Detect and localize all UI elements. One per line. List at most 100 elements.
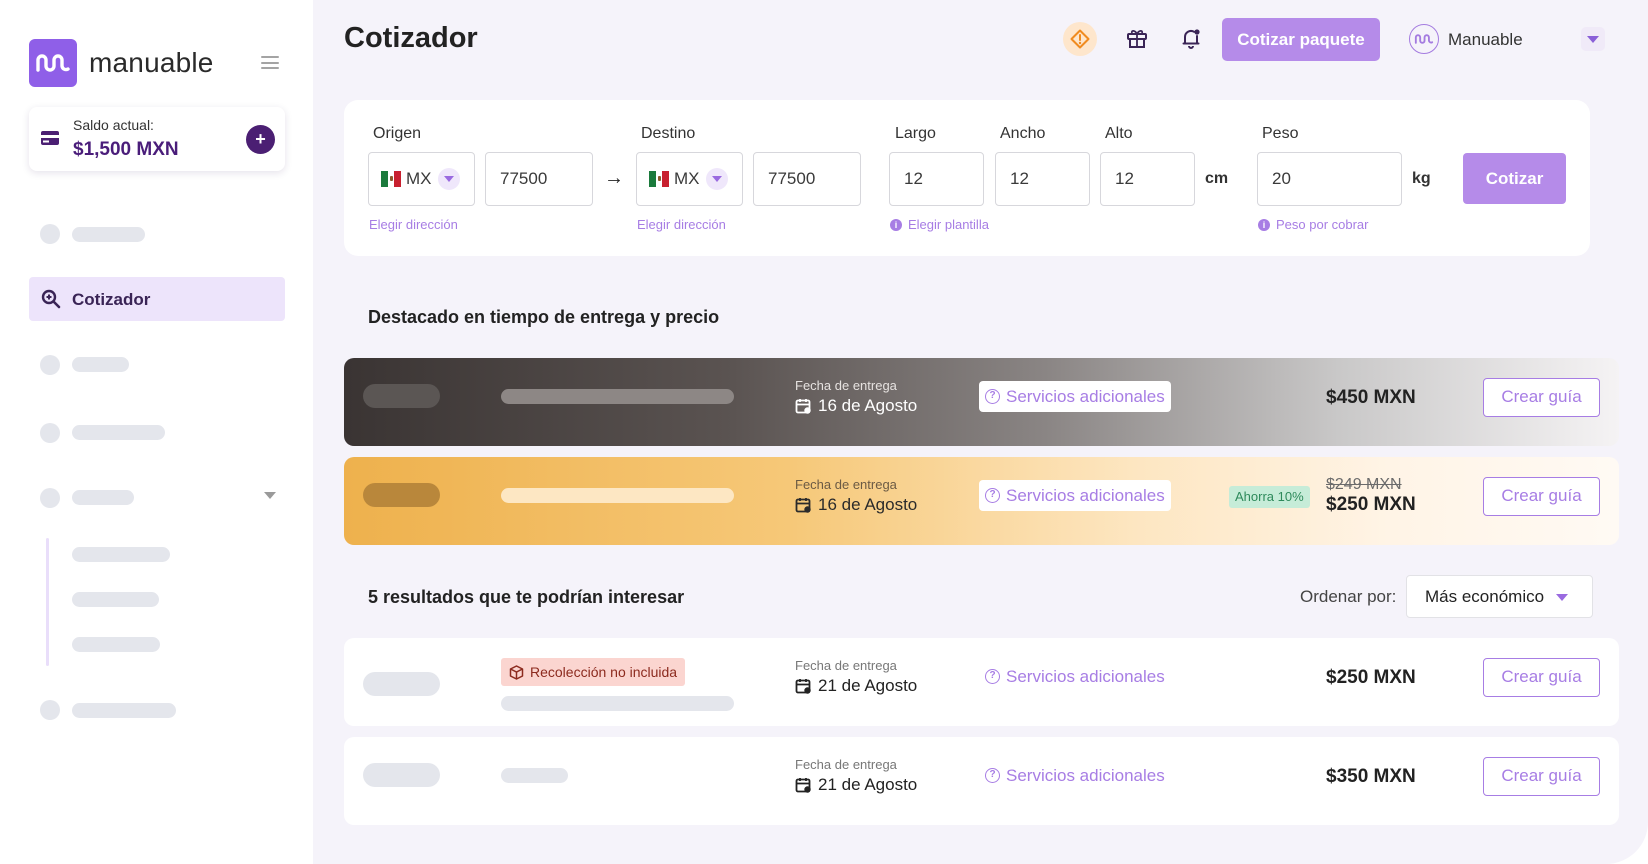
choose-template-link[interactable]: i Elegir plantilla: [890, 217, 989, 232]
submenu-item-placeholder[interactable]: [72, 547, 170, 562]
weight-label: Peso: [1262, 125, 1299, 142]
chevron-down-icon[interactable]: [264, 492, 276, 499]
nav-item-placeholder-icon[interactable]: [40, 355, 60, 375]
featured-section-title: Destacado en tiempo de entrega y precio: [368, 307, 720, 327]
collect-weight-link[interactable]: i Peso por cobrar: [1258, 217, 1369, 232]
delivery-date-value: 21 de Agosto: [818, 676, 918, 695]
menu-toggle-icon[interactable]: [261, 56, 279, 69]
nav-item-placeholder[interactable]: [72, 227, 145, 242]
weight-unit: kg: [1412, 170, 1431, 187]
dimension-unit: cm: [1205, 170, 1229, 187]
sort-select[interactable]: Más económico: [1406, 575, 1593, 618]
origin-label: Origen: [373, 125, 422, 142]
carrier-logo-placeholder: [363, 483, 440, 507]
submenu-item-placeholder[interactable]: [72, 637, 160, 652]
app-root: manuable Saldo actual: $1,500 MXN + Coti…: [0, 0, 1648, 864]
additional-services-button[interactable]: ? Servicios adicionales: [979, 480, 1171, 511]
pickup-not-included-label: Recolección no incluida: [530, 664, 678, 680]
sort-label: Ordenar por:: [1300, 587, 1397, 606]
create-guide-button[interactable]: Crear guía: [1483, 477, 1600, 516]
nav-item-placeholder-icon[interactable]: [40, 224, 60, 244]
credit-card-icon: [41, 131, 59, 145]
sidebar-item-cotizador[interactable]: Cotizador: [29, 277, 285, 321]
width-input[interactable]: 12: [995, 152, 1090, 206]
sidebar-item-label: Cotizador: [72, 290, 151, 309]
nav-item-placeholder[interactable]: [72, 425, 165, 440]
delivery-date-value: 21 de Agosto: [818, 775, 918, 794]
carrier-logo-placeholder: [363, 672, 440, 696]
featured-row-gold: Fecha de entrega 16 de Agosto ? Servicios…: [344, 457, 1619, 545]
nav-item-placeholder[interactable]: [72, 357, 129, 372]
destination-country-select[interactable]: MX: [636, 152, 743, 206]
search-zoom-icon: [41, 289, 61, 309]
length-label: Largo: [895, 125, 936, 142]
nav-item-placeholder[interactable]: [72, 703, 176, 718]
service-name-placeholder: [501, 488, 734, 503]
mexico-flag-icon: [649, 171, 670, 187]
nav-item-placeholder-icon[interactable]: [40, 423, 60, 443]
additional-services-label: Servicios adicionales: [1006, 485, 1165, 505]
delivery-date-value: 16 de Agosto: [818, 495, 918, 514]
height-input[interactable]: 12: [1100, 152, 1195, 206]
notification-bell-icon[interactable]: [1180, 27, 1202, 49]
submenu-item-placeholder[interactable]: [72, 592, 159, 607]
additional-services-label: Servicios adicionales: [1006, 386, 1165, 406]
additional-services-label: Servicios adicionales: [1006, 765, 1165, 785]
delivery-date-label: Fecha de entrega: [795, 757, 897, 772]
nav-item-placeholder-icon[interactable]: [40, 700, 60, 720]
additional-services-button[interactable]: ? Servicios adicionales: [979, 661, 1171, 692]
create-guide-button[interactable]: Crear guía: [1483, 757, 1600, 796]
delivery-date-value: 16 de Agosto: [818, 396, 918, 415]
quote-submit-button[interactable]: Cotizar: [1463, 153, 1566, 204]
info-icon: i: [1258, 218, 1270, 231]
add-balance-button[interactable]: +: [246, 125, 275, 154]
question-circle-icon: ?: [985, 389, 1000, 404]
delivery-date: 16 de Agosto: [795, 396, 917, 416]
length-input[interactable]: 12: [889, 152, 984, 206]
delivery-date: 16 de Agosto: [795, 495, 917, 515]
results-section-title: 5 resultados que te podrían interesar: [368, 587, 685, 607]
delivery-date: 21 de Agosto: [795, 676, 917, 696]
price: $250 MXN: [1326, 667, 1416, 688]
warning-icon[interactable]: [1063, 22, 1097, 56]
origin-zip-input[interactable]: 77500: [485, 152, 593, 206]
chevron-down-icon: [437, 168, 460, 190]
user-menu-chevron-icon[interactable]: [1581, 27, 1605, 51]
additional-services-button[interactable]: ? Servicios adicionales: [979, 760, 1171, 791]
price: $250 MXN: [1326, 494, 1416, 515]
destination-zip-input[interactable]: 77500: [753, 152, 861, 206]
user-name[interactable]: Manuable: [1448, 30, 1523, 50]
weight-input[interactable]: 20: [1257, 152, 1402, 206]
create-guide-button[interactable]: Crear guía: [1483, 658, 1600, 697]
nav-item-placeholder[interactable]: [72, 490, 134, 505]
sidebar: manuable Saldo actual: $1,500 MXN + Coti…: [0, 0, 313, 864]
gift-icon[interactable]: [1126, 27, 1148, 49]
brand-logo[interactable]: manuable: [29, 39, 214, 87]
nav-item-placeholder-icon[interactable]: [40, 488, 60, 508]
user-avatar[interactable]: [1409, 24, 1439, 54]
calendar-icon: [795, 398, 811, 414]
calendar-icon: [795, 678, 811, 694]
balance-card: Saldo actual: $1,500 MXN +: [29, 107, 285, 171]
delivery-date-label: Fecha de entrega: [795, 477, 897, 492]
savings-badge: Ahorra 10%: [1229, 486, 1310, 508]
origin-country-select[interactable]: MX: [368, 152, 475, 206]
origin-choose-address-link[interactable]: Elegir dirección: [369, 217, 458, 232]
info-icon: i: [890, 218, 902, 231]
logo-icon: [29, 39, 77, 87]
calendar-icon: [795, 497, 811, 513]
delivery-date-label: Fecha de entrega: [795, 378, 897, 393]
balance-label: Saldo actual:: [73, 117, 154, 133]
service-name-placeholder: [501, 696, 734, 711]
additional-services-label: Servicios adicionales: [1006, 666, 1165, 686]
destination-label: Destino: [641, 125, 696, 142]
quote-package-button[interactable]: Cotizar paquete: [1222, 18, 1380, 61]
create-guide-button[interactable]: Crear guía: [1483, 378, 1600, 417]
mexico-flag-icon: [381, 171, 402, 187]
balance-value: $1,500 MXN: [73, 139, 179, 160]
origin-country-code: MX: [406, 169, 432, 188]
carrier-logo-placeholder: [363, 384, 440, 408]
destination-choose-address-link[interactable]: Elegir dirección: [637, 217, 726, 232]
additional-services-button[interactable]: ? Servicios adicionales: [979, 381, 1171, 412]
calendar-icon: [795, 777, 811, 793]
